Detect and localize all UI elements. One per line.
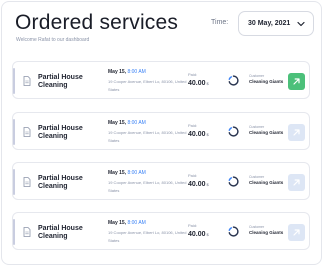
welcome-subtitle: Welcome Rafat to our dashboard bbox=[16, 37, 90, 43]
service-name: Partial House Cleaning bbox=[38, 125, 83, 140]
customer-label: Customer bbox=[249, 74, 265, 78]
order-address: 19 Cooper Avenue, Elbert Lo, 80106, Unit… bbox=[108, 230, 187, 243]
paid-value: 40.00 bbox=[188, 131, 206, 138]
order-card: Partial House Cleaning May 15, 8:00 AM 1… bbox=[12, 112, 310, 150]
document-icon bbox=[23, 227, 31, 237]
card-accent-bar bbox=[13, 219, 15, 245]
company-logo-icon bbox=[228, 226, 239, 237]
paid-value: 40.00 bbox=[188, 231, 206, 238]
order-card: Partial House Cleaning May 15, 8:00 AM 1… bbox=[12, 61, 310, 99]
open-order-button[interactable] bbox=[288, 174, 305, 191]
page-title: Ordered services bbox=[15, 11, 179, 34]
company-logo-icon bbox=[228, 176, 239, 187]
paid-amount: 40.00$ bbox=[188, 80, 209, 87]
paid-value: 40.00 bbox=[188, 80, 206, 87]
currency-symbol: $ bbox=[206, 81, 209, 86]
customer-name: Cleaning Giants bbox=[249, 230, 284, 235]
order-date: May 15, bbox=[108, 120, 127, 126]
document-icon bbox=[23, 177, 31, 187]
open-order-button[interactable] bbox=[288, 224, 305, 241]
card-accent-bar bbox=[13, 119, 15, 145]
order-datetime: May 15, 8:00 AM bbox=[108, 69, 146, 75]
document-icon bbox=[23, 76, 31, 86]
order-time: 8:00 AM bbox=[127, 220, 146, 226]
currency-symbol: $ bbox=[206, 232, 209, 237]
chevron-down-icon bbox=[297, 21, 305, 27]
order-date: May 15, bbox=[108, 170, 127, 176]
paid-amount: 40.00$ bbox=[188, 181, 209, 188]
order-time: 8:00 AM bbox=[127, 170, 146, 176]
paid-value: 40.00 bbox=[188, 181, 206, 188]
arrow-up-right-icon bbox=[293, 229, 300, 236]
customer-label: Customer bbox=[249, 125, 265, 129]
order-datetime: May 15, 8:00 AM bbox=[108, 170, 146, 176]
order-card: Partial House Cleaning May 15, 8:00 AM 1… bbox=[12, 162, 310, 200]
order-time: 8:00 AM bbox=[127, 120, 146, 126]
order-address: 19 Cooper Avenue, Elbert Lo, 80106, Unit… bbox=[108, 130, 187, 143]
time-label: Time: bbox=[211, 19, 229, 26]
order-date: May 15, bbox=[108, 220, 127, 226]
order-card: Partial House Cleaning May 15, 8:00 AM 1… bbox=[12, 212, 310, 250]
customer-name: Cleaning Giants bbox=[249, 79, 284, 84]
paid-label: Paid: bbox=[188, 173, 198, 178]
paid-label: Paid: bbox=[188, 223, 198, 228]
customer-name: Cleaning Giants bbox=[249, 130, 284, 135]
currency-symbol: $ bbox=[206, 182, 209, 187]
card-accent-bar bbox=[13, 68, 15, 94]
order-datetime: May 15, 8:00 AM bbox=[108, 120, 146, 126]
open-order-button[interactable] bbox=[288, 124, 305, 141]
customer-label: Customer bbox=[249, 175, 265, 179]
paid-label: Paid: bbox=[188, 72, 198, 77]
paid-amount: 40.00$ bbox=[188, 231, 209, 238]
arrow-up-right-icon bbox=[293, 179, 300, 186]
date-select[interactable]: 30 May, 2021 bbox=[238, 11, 314, 36]
service-name: Partial House Cleaning bbox=[38, 225, 83, 240]
card-accent-bar bbox=[13, 169, 15, 195]
document-icon bbox=[23, 127, 31, 137]
arrow-up-right-icon bbox=[293, 129, 300, 136]
service-name: Partial House Cleaning bbox=[38, 175, 83, 190]
order-address: 19 Cooper Avenue, Elbert Lo, 80106, Unit… bbox=[108, 180, 187, 193]
company-logo-icon bbox=[228, 126, 239, 137]
service-name: Partial House Cleaning bbox=[38, 74, 83, 89]
customer-label: Customer bbox=[249, 225, 265, 229]
currency-symbol: $ bbox=[206, 132, 209, 137]
order-time: 8:00 AM bbox=[127, 69, 146, 75]
order-datetime: May 15, 8:00 AM bbox=[108, 220, 146, 226]
order-date: May 15, bbox=[108, 69, 127, 75]
date-value: 30 May, 2021 bbox=[248, 20, 291, 27]
order-address: 19 Cooper Avenue, Elbert Lo, 80106, Unit… bbox=[108, 79, 187, 92]
paid-amount: 40.00$ bbox=[188, 131, 209, 138]
arrow-up-right-icon bbox=[293, 78, 300, 85]
company-logo-icon bbox=[228, 75, 239, 86]
customer-name: Cleaning Giants bbox=[249, 180, 284, 185]
paid-label: Paid: bbox=[188, 123, 198, 128]
open-order-button[interactable] bbox=[288, 73, 305, 90]
